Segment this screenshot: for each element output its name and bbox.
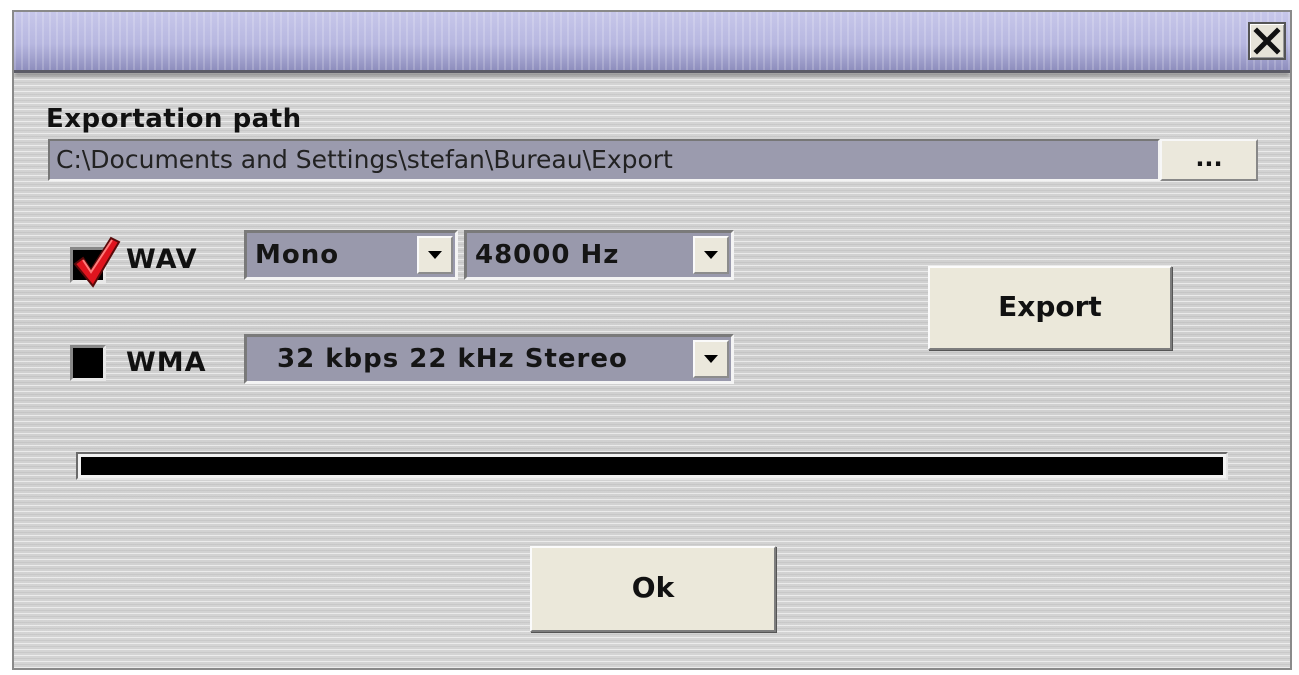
wma-label: WMA <box>126 347 207 378</box>
exportation-path-label: Exportation path <box>46 104 302 134</box>
wma-quality-select[interactable]: 32 kbps 22 kHz Stereo <box>244 334 734 384</box>
wma-quality-value: 32 kbps 22 kHz Stereo <box>277 344 628 374</box>
browse-button[interactable]: ... <box>1160 139 1258 181</box>
wav-channels-value: Mono <box>255 240 340 270</box>
wav-sample-rate-select[interactable]: 48000 Hz <box>464 230 734 280</box>
close-icon <box>1253 27 1281 55</box>
export-progress-bar <box>76 452 1228 480</box>
progress-track <box>81 457 1223 475</box>
chevron-down-icon[interactable] <box>693 236 729 274</box>
wav-channels-select[interactable]: Mono <box>244 230 458 280</box>
wav-checkbox[interactable] <box>70 236 121 288</box>
export-button[interactable]: Export <box>928 266 1172 350</box>
wav-sample-rate-value: 48000 Hz <box>475 240 620 270</box>
wma-checkbox[interactable] <box>70 345 106 381</box>
wav-label: WAV <box>126 244 198 275</box>
ok-button[interactable]: Ok <box>530 546 776 632</box>
export-path-field[interactable]: C:\Documents and Settings\stefan\Bureau\… <box>48 139 1160 181</box>
chevron-down-icon[interactable] <box>693 340 729 378</box>
title-bar[interactable] <box>14 12 1290 73</box>
chevron-down-icon[interactable] <box>417 236 453 274</box>
export-dialog: Exportation path C:\Documents and Settin… <box>12 10 1292 670</box>
checkmark-icon <box>73 236 121 288</box>
close-button[interactable] <box>1248 22 1286 60</box>
